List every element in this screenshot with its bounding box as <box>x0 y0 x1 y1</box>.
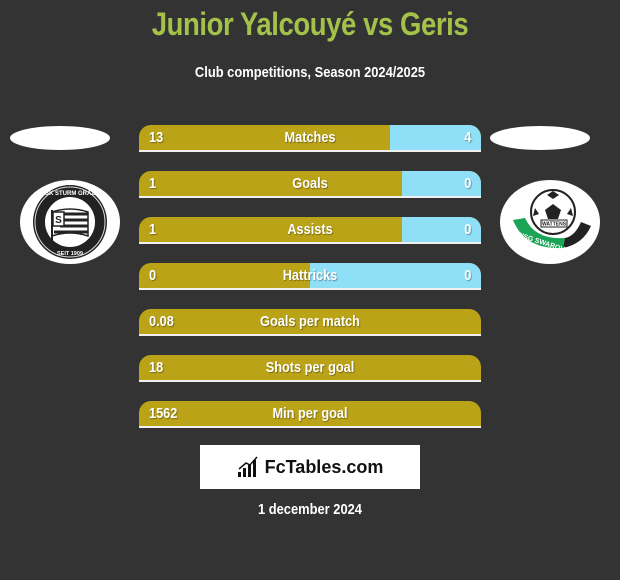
stat-row: 18 Shots per goal <box>139 355 481 382</box>
stat-label: Assists <box>287 221 333 238</box>
bar-chart-icon <box>237 456 258 477</box>
stat-row: 13 Matches 4 <box>139 125 481 152</box>
left-value: 13 <box>149 129 164 146</box>
fctables-brand[interactable]: FcTables.com <box>200 445 420 489</box>
right-value: 4 <box>463 129 471 146</box>
left-value: 18 <box>149 359 164 376</box>
sturm-graz-crest-icon: S SK STURM GRAZ SEIT 1909 <box>33 185 107 259</box>
wsg-wattens-crest-icon: WATTENS WSG SWAROVSKI <box>513 189 591 257</box>
stat-label: Goals per match <box>260 313 360 330</box>
right-value: 0 <box>463 175 471 192</box>
stat-label: Shots per goal <box>265 359 355 376</box>
left-value: 1 <box>149 175 157 192</box>
stat-label: Goals <box>292 175 328 192</box>
svg-text:S: S <box>55 215 62 226</box>
right-team-logo[interactable]: WATTENS WSG SWAROVSKI <box>500 180 600 264</box>
brand-name: FcTables.com <box>264 456 384 477</box>
left-value: 1 <box>149 221 157 238</box>
page-title: Junior Yalcouyé vs Geris <box>151 6 469 42</box>
crest-top-text: SK STURM GRAZ <box>45 191 95 197</box>
stat-row: 1 Goals 0 <box>139 171 481 198</box>
stat-label: Min per goal <box>272 405 348 422</box>
right-value: 0 <box>463 221 471 238</box>
left-team-logo[interactable]: S SK STURM GRAZ SEIT 1909 <box>20 180 120 264</box>
stat-row: 0 Hattricks 0 <box>139 263 481 290</box>
right-value: 0 <box>463 267 471 284</box>
stat-label: Matches <box>284 129 336 146</box>
date-label: 1 december 2024 <box>257 501 362 518</box>
stat-row: 1562 Min per goal <box>139 401 481 428</box>
crest-center-text: WATTENS <box>542 222 567 228</box>
page-subtitle: Club competitions, Season 2024/2025 <box>194 64 426 81</box>
left-player-placeholder <box>10 126 110 150</box>
right-player-placeholder <box>490 126 590 150</box>
stat-row: 0.08 Goals per match <box>139 309 481 336</box>
stat-label: Hattricks <box>282 267 338 284</box>
crest-bottom-text: SEIT 1909 <box>57 251 83 257</box>
left-value: 0 <box>149 267 157 284</box>
stat-row: 1 Assists 0 <box>139 217 481 244</box>
